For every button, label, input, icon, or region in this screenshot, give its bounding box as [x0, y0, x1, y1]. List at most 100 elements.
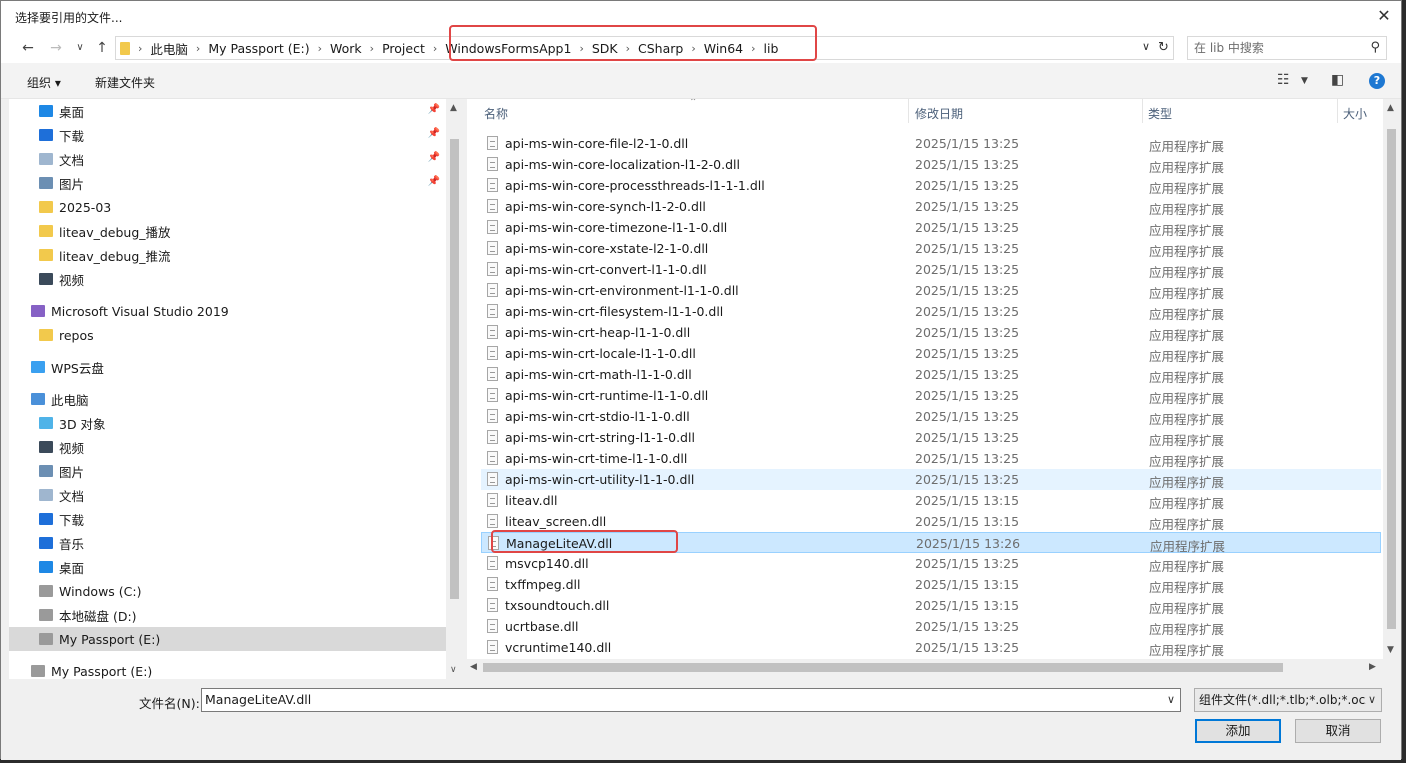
file-row[interactable]: api-ms-win-crt-stdio-l1-1-0.dll 2025/1/15… [481, 406, 1381, 427]
file-row[interactable]: api-ms-win-core-timezone-l1-1-0.dll 2025/… [481, 217, 1381, 238]
nav-item[interactable]: 图片 [9, 459, 446, 483]
nav-scrollbar[interactable]: ▲ ∨ [446, 99, 463, 679]
nav-item[interactable]: Microsoft Visual Studio 2019 [9, 299, 446, 323]
nav-item[interactable]: 此电脑 [9, 387, 446, 411]
pin-icon[interactable]: 📌 [428, 152, 440, 163]
file-row[interactable]: liteav.dll 2025/1/15 13:15 应用程序扩展 [481, 490, 1381, 511]
file-row[interactable]: api-ms-win-crt-string-l1-1-0.dll 2025/1/1… [481, 427, 1381, 448]
nav-item[interactable]: 桌面 [9, 555, 446, 579]
filename-input[interactable]: ManageLiteAV.dll ∨ [201, 688, 1181, 712]
column-divider[interactable] [1142, 99, 1143, 123]
file-row[interactable]: api-ms-win-crt-locale-l1-1-0.dll 2025/1/1… [481, 343, 1381, 364]
breadcrumb-item[interactable]: My Passport (E:) [202, 41, 315, 56]
nav-item[interactable]: Windows (C:) [9, 579, 446, 603]
scrollbar-thumb[interactable] [483, 663, 1283, 672]
file-row[interactable]: api-ms-win-crt-filesystem-l1-1-0.dll 2025… [481, 301, 1381, 322]
back-arrow-icon[interactable]: ← [19, 39, 37, 57]
nav-item[interactable]: 下载 [9, 507, 446, 531]
file-row[interactable]: ucrtbase.dll 2025/1/15 13:25 应用程序扩展 [481, 616, 1381, 637]
chevron-right-icon[interactable]: › [194, 42, 202, 55]
file-row[interactable]: api-ms-win-crt-runtime-l1-1-0.dll 2025/1/… [481, 385, 1381, 406]
pin-icon[interactable]: 📌 [428, 128, 440, 139]
file-row[interactable]: api-ms-win-core-synch-l1-2-0.dll 2025/1/1… [481, 196, 1381, 217]
view-options-icon[interactable]: ☷ [1277, 72, 1290, 88]
column-divider[interactable] [908, 99, 909, 123]
list-vertical-scrollbar[interactable]: ▲ ▼ [1383, 99, 1400, 659]
nav-item[interactable]: 2025-03 [9, 195, 446, 219]
scroll-down-icon[interactable]: ▼ [1387, 645, 1394, 655]
breadcrumb-item[interactable]: Project [376, 41, 431, 56]
search-input[interactable]: 在 lib 中搜索 ⚲ [1187, 36, 1387, 60]
chevron-down-icon[interactable]: ∨ [1167, 689, 1175, 711]
file-row[interactable]: api-ms-win-crt-convert-l1-1-0.dll 2025/1/… [481, 259, 1381, 280]
column-divider[interactable] [1337, 99, 1338, 123]
nav-item[interactable]: 视频 [9, 267, 446, 291]
chevron-right-icon[interactable]: › [431, 42, 439, 55]
file-row[interactable]: api-ms-win-crt-math-l1-1-0.dll 2025/1/15 … [481, 364, 1381, 385]
chevron-right-icon[interactable]: › [368, 42, 376, 55]
nav-item[interactable]: 视频 [9, 435, 446, 459]
chevron-down-icon[interactable]: ∨ [1365, 689, 1376, 711]
close-icon[interactable]: ✕ [1373, 5, 1395, 27]
chevron-down-icon[interactable]: ▼ [1301, 76, 1308, 86]
file-row[interactable]: api-ms-win-core-file-l2-1-0.dll 2025/1/15… [481, 133, 1381, 154]
refresh-icon[interactable]: ↻ [1154, 36, 1174, 60]
cancel-button[interactable]: 取消 [1295, 719, 1381, 743]
nav-item[interactable]: 文档 [9, 483, 446, 507]
nav-item[interactable]: repos [9, 323, 446, 347]
file-row[interactable]: api-ms-win-crt-environment-l1-1-0.dll 202… [481, 280, 1381, 301]
chevron-right-icon[interactable]: › [316, 42, 324, 55]
new-folder-button[interactable]: 新建文件夹 [95, 74, 155, 91]
file-row[interactable]: api-ms-win-crt-heap-l1-1-0.dll 2025/1/15 … [481, 322, 1381, 343]
nav-item[interactable]: 文档 📌 [9, 147, 446, 171]
file-row[interactable]: api-ms-win-core-localization-l1-2-0.dll 2… [481, 154, 1381, 175]
column-name[interactable]: 名称 [484, 105, 508, 122]
list-horizontal-scrollbar[interactable]: ◀ ▶ [467, 659, 1383, 676]
file-row[interactable]: api-ms-win-core-processthreads-l1-1-1.dl… [481, 175, 1381, 196]
nav-item[interactable]: 下载 📌 [9, 123, 446, 147]
nav-item[interactable]: My Passport (E:) [9, 627, 446, 651]
search-icon[interactable]: ⚲ [1370, 37, 1380, 59]
recent-locations-chevron-icon[interactable]: ∨ [71, 39, 89, 57]
nav-item[interactable]: My Passport (E:) [9, 659, 446, 679]
nav-item[interactable]: 3D 对象 [9, 411, 446, 435]
pin-icon[interactable]: 📌 [428, 104, 440, 115]
file-row[interactable]: txffmpeg.dll 2025/1/15 13:15 应用程序扩展 [481, 574, 1381, 595]
scroll-right-icon[interactable]: ▶ [1369, 662, 1376, 672]
scroll-up-icon[interactable]: ▲ [450, 103, 457, 113]
nav-item[interactable]: WPS云盘 [9, 355, 446, 379]
forward-arrow-icon[interactable]: → [47, 39, 65, 57]
chevron-down-icon[interactable]: ∨ [1142, 40, 1150, 53]
file-row[interactable]: msvcp140.dll 2025/1/15 13:25 应用程序扩展 [481, 553, 1381, 574]
nav-item[interactable]: 桌面 📌 [9, 99, 446, 123]
column-type[interactable]: 类型 [1148, 105, 1172, 122]
nav-item[interactable]: 音乐 [9, 531, 446, 555]
file-type-select[interactable]: 组件文件(*.dll;*.tlb;*.olb;*.ocx; ∨ [1194, 688, 1382, 712]
pin-icon[interactable]: 📌 [428, 176, 440, 187]
scrollbar-thumb[interactable] [450, 139, 459, 599]
preview-pane-icon[interactable]: ◧ [1331, 72, 1344, 88]
help-icon[interactable]: ? [1369, 73, 1385, 89]
nav-item[interactable]: liteav_debug_播放 [9, 219, 446, 243]
add-button[interactable]: 添加 [1195, 719, 1281, 743]
breadcrumb-item[interactable]: Work [324, 41, 368, 56]
column-modified[interactable]: 修改日期 [915, 105, 963, 122]
chevron-right-icon[interactable]: › [136, 42, 144, 55]
scrollbar-thumb[interactable] [1387, 129, 1396, 629]
column-size[interactable]: 大小 [1343, 105, 1367, 122]
nav-item[interactable]: 图片 📌 [9, 171, 446, 195]
up-arrow-icon[interactable]: ↑ [93, 39, 111, 57]
file-row[interactable]: api-ms-win-crt-time-l1-1-0.dll 2025/1/15 … [481, 448, 1381, 469]
file-row[interactable]: vcruntime140.dll 2025/1/15 13:25 应用程序扩展 [481, 637, 1381, 658]
nav-item[interactable]: 本地磁盘 (D:) [9, 603, 446, 627]
file-row[interactable]: liteav_screen.dll 2025/1/15 13:15 应用程序扩展 [481, 511, 1381, 532]
nav-item[interactable]: liteav_debug_推流 [9, 243, 446, 267]
breadcrumb-item[interactable]: 此电脑 [144, 39, 194, 58]
file-row[interactable]: api-ms-win-crt-utility-l1-1-0.dll 2025/1/… [481, 469, 1381, 490]
organize-button[interactable]: 组织 ▾ [27, 74, 61, 91]
scroll-up-icon[interactable]: ▲ [1387, 103, 1394, 113]
file-row[interactable]: txsoundtouch.dll 2025/1/15 13:15 应用程序扩展 [481, 595, 1381, 616]
file-row[interactable]: api-ms-win-core-xstate-l2-1-0.dll 2025/1/… [481, 238, 1381, 259]
scroll-down-icon[interactable]: ∨ [450, 665, 457, 675]
scroll-left-icon[interactable]: ◀ [470, 662, 477, 672]
